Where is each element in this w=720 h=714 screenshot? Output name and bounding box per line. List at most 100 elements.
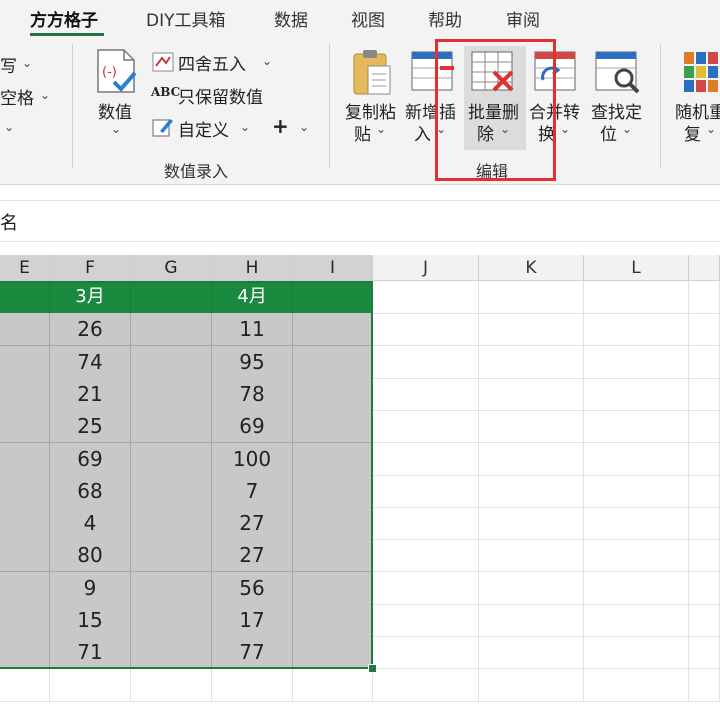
empty-cell[interactable] <box>689 604 720 637</box>
empty-cell[interactable] <box>689 410 720 444</box>
table-cell[interactable] <box>131 377 212 411</box>
empty-cell[interactable] <box>584 636 689 670</box>
empty-cell[interactable] <box>373 474 479 508</box>
empty-cell[interactable] <box>479 442 584 476</box>
table-cell[interactable] <box>131 571 212 605</box>
table-cell[interactable] <box>293 410 373 444</box>
empty-cell[interactable] <box>689 571 720 605</box>
empty-cell[interactable] <box>689 507 720 541</box>
table-header-cell[interactable] <box>293 281 373 314</box>
empty-cell[interactable] <box>373 636 479 670</box>
column-header-f[interactable]: F <box>50 255 131 281</box>
table-cell[interactable] <box>293 571 373 605</box>
table-header-cell[interactable] <box>131 281 212 314</box>
empty-cell[interactable] <box>479 507 584 541</box>
empty-cell[interactable] <box>584 345 689 379</box>
chevron-down-icon[interactable]: ⌄ <box>240 120 250 134</box>
empty-cell[interactable] <box>131 668 212 702</box>
empty-cell[interactable] <box>584 377 689 411</box>
menu-help[interactable]: 帮助 <box>428 6 462 31</box>
table-cell[interactable]: 27 <box>212 539 293 573</box>
empty-cell[interactable] <box>584 313 689 347</box>
table-cell[interactable]: 15 <box>50 604 131 637</box>
table-cell[interactable]: 100 <box>212 442 293 476</box>
table-cell[interactable]: 74 <box>50 345 131 379</box>
empty-cell[interactable] <box>479 636 584 670</box>
menu-data[interactable]: 数据 <box>274 6 308 31</box>
column-header-l[interactable]: L <box>584 255 689 281</box>
table-cell[interactable] <box>293 539 373 573</box>
tool-paste-line2[interactable]: 贴 <box>354 120 371 145</box>
chevron-down-icon[interactable]: ⌄ <box>262 54 272 68</box>
round-label[interactable]: 四舍五入 <box>178 50 246 75</box>
tool-insert-line2[interactable]: 入 <box>414 120 431 145</box>
chevron-down-icon[interactable]: ⌄ <box>706 122 716 136</box>
table-cell[interactable]: 78 <box>212 377 293 411</box>
table-cell[interactable]: 71 <box>50 636 131 670</box>
column-header-h[interactable]: H <box>212 255 293 281</box>
table-cell[interactable]: 25 <box>50 410 131 444</box>
empty-cell[interactable] <box>689 668 720 702</box>
fill-handle[interactable] <box>368 664 377 673</box>
table-cell[interactable]: 17 <box>212 604 293 637</box>
empty-cell[interactable] <box>689 442 720 476</box>
empty-cell[interactable] <box>479 604 584 637</box>
column-header-g[interactable]: G <box>131 255 212 281</box>
table-cell[interactable]: 7 <box>212 474 293 508</box>
empty-cell[interactable] <box>373 377 479 411</box>
empty-cell[interactable] <box>584 571 689 605</box>
table-cell[interactable]: 27 <box>212 507 293 541</box>
chevron-down-icon[interactable]: ⌄ <box>22 56 32 70</box>
custom-label[interactable]: 自定义 <box>178 116 229 141</box>
empty-cell[interactable] <box>584 604 689 637</box>
empty-cell[interactable] <box>373 313 479 347</box>
table-cell[interactable] <box>0 571 50 605</box>
tool-random-line2[interactable]: 复 <box>684 120 701 145</box>
table-header-cell[interactable] <box>0 281 50 314</box>
table-cell[interactable] <box>131 604 212 637</box>
paste-icon[interactable] <box>350 48 394 98</box>
chevron-down-icon[interactable]: ⌄ <box>622 122 632 136</box>
table-cell[interactable] <box>293 313 373 347</box>
empty-cell[interactable] <box>373 668 479 702</box>
empty-cell[interactable] <box>689 313 720 347</box>
table-cell[interactable] <box>293 474 373 508</box>
empty-cell[interactable] <box>689 345 720 379</box>
table-cell[interactable] <box>293 377 373 411</box>
empty-cell[interactable] <box>584 507 689 541</box>
empty-cell[interactable] <box>584 539 689 573</box>
empty-cell[interactable] <box>479 571 584 605</box>
column-header-i[interactable]: I <box>293 255 373 281</box>
table-cell[interactable] <box>131 313 212 347</box>
empty-cell[interactable] <box>373 571 479 605</box>
table-cell[interactable]: 4 <box>50 507 131 541</box>
table-cell[interactable] <box>0 604 50 637</box>
empty-cell[interactable] <box>584 281 689 314</box>
table-cell[interactable] <box>131 410 212 444</box>
ribbon-left-item-1[interactable]: 写 <box>0 52 17 77</box>
table-cell[interactable] <box>131 345 212 379</box>
tool-find-line2[interactable]: 位 <box>600 120 617 145</box>
empty-cell[interactable] <box>479 539 584 573</box>
menu-view[interactable]: 视图 <box>351 6 385 31</box>
numeric-icon[interactable]: (-) <box>92 46 140 96</box>
empty-cell[interactable] <box>479 377 584 411</box>
table-cell[interactable] <box>0 410 50 444</box>
table-cell[interactable] <box>131 507 212 541</box>
empty-cell[interactable] <box>584 442 689 476</box>
table-cell[interactable]: 69 <box>50 442 131 476</box>
empty-cell[interactable] <box>479 345 584 379</box>
table-cell[interactable] <box>293 604 373 637</box>
table-cell[interactable]: 21 <box>50 377 131 411</box>
table-cell[interactable]: 80 <box>50 539 131 573</box>
empty-cell[interactable] <box>689 281 720 314</box>
table-cell[interactable] <box>293 636 373 670</box>
table-cell[interactable] <box>0 474 50 508</box>
table-cell[interactable] <box>293 442 373 476</box>
chevron-down-icon[interactable]: ⌄ <box>4 120 14 134</box>
table-header-cell[interactable]: 4月 <box>212 281 293 314</box>
empty-cell[interactable] <box>293 668 373 702</box>
table-cell[interactable]: 11 <box>212 313 293 347</box>
menu-fangfanggezi[interactable]: 方方格子 <box>30 6 98 31</box>
find-locate-icon[interactable] <box>594 50 642 94</box>
